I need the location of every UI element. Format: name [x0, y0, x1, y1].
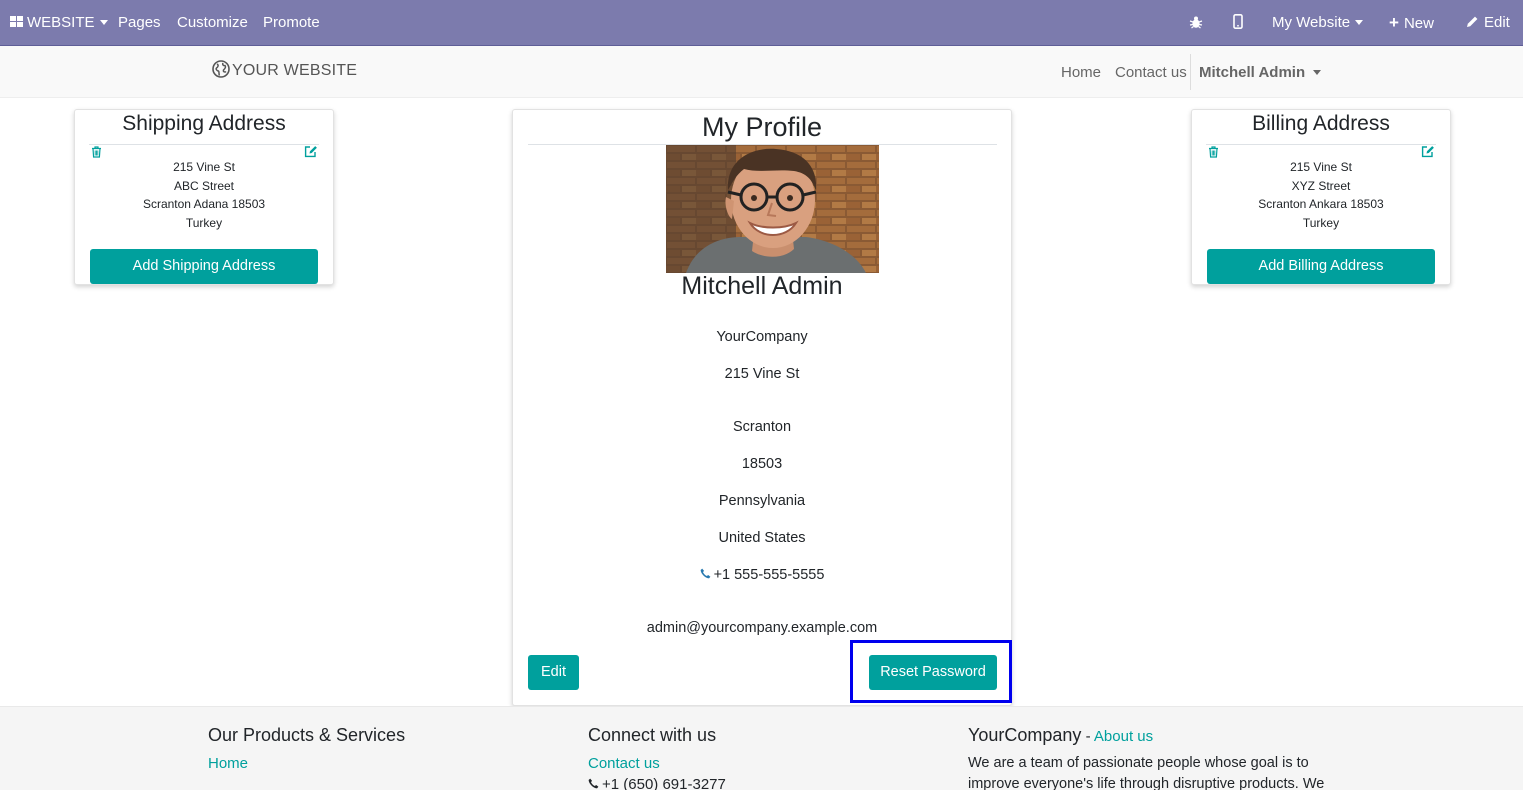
nav-home[interactable]: Home	[1061, 64, 1101, 81]
address-line: ABC Street	[173, 178, 235, 193]
profile-phone: +1 555-555-5555	[513, 567, 1011, 583]
billing-address-card: Billing Address 215 Vine St XYZ Street S…	[1191, 109, 1451, 285]
bug-icon	[1189, 16, 1203, 29]
footer-title-separator: -	[1081, 728, 1094, 745]
user-menu-label: Mitchell Admin	[1199, 64, 1306, 81]
footer-about-text-line: improve everyone's life through disrupti…	[968, 776, 1325, 790]
footer-products-title: Our Products & Services	[208, 725, 406, 745]
profile-zip: 18503	[741, 456, 783, 472]
pencil-icon	[1467, 16, 1478, 28]
trash-icon[interactable]	[91, 146, 102, 158]
reset-password-highlight-box	[850, 640, 1012, 703]
plus-icon: +	[1389, 13, 1399, 32]
footer-about-text-line: We are a team of passionate people whose…	[968, 755, 1309, 771]
address-line: Turkey	[185, 215, 223, 230]
phone-icon	[588, 778, 599, 789]
chevron-down-icon	[1313, 69, 1322, 75]
shipping-address-card: Shipping Address 215 Vine St ABC Street …	[74, 109, 334, 285]
nav-contact-us[interactable]: Contact us	[1115, 64, 1187, 81]
website-selector-label: My Website	[1272, 14, 1351, 31]
profile-card: My Profile Mitchell Admin YourCompany 21…	[512, 109, 1012, 706]
profile-email: admin@yourcompany.example.com	[646, 620, 878, 636]
site-logo[interactable]: YOUR WEBSITE	[212, 60, 358, 82]
footer-company-heading: YourCompany - About us	[968, 725, 1153, 746]
edit-profile-button[interactable]: Edit	[528, 655, 579, 690]
footer-about-link[interactable]: About us	[1094, 728, 1153, 745]
address-line: Scranton Ankara 18503	[1258, 197, 1384, 212]
trash-icon[interactable]	[1208, 146, 1219, 158]
chevron-down-icon	[1355, 19, 1364, 25]
footer-phone-number: +1 (650) 691-3277	[602, 776, 726, 790]
chevron-down-icon	[99, 19, 108, 25]
website-menu[interactable]: WEBSITE	[10, 0, 108, 45]
edit-page-label: Edit	[1484, 14, 1510, 31]
website-admin-bar: WEBSITE Pages Customize Promote My Websi…	[0, 0, 1523, 46]
edit-icon[interactable]	[1421, 145, 1435, 158]
menu-pages[interactable]: Pages	[118, 0, 161, 45]
footer-company-title: YourCompany	[968, 725, 1082, 745]
footer-phone: +1 (650) 691-3277	[588, 776, 726, 790]
mobile-phone-icon	[1233, 14, 1243, 30]
add-billing-address-button[interactable]: Add Billing Address	[1207, 249, 1435, 284]
address-line: XYZ Street	[1291, 178, 1351, 193]
profile-name: Mitchell Admin	[681, 272, 843, 300]
address-line: Scranton Adana 18503	[142, 197, 266, 212]
phone-icon	[700, 568, 710, 579]
footer-contact-link[interactable]: Contact us	[588, 755, 660, 772]
website-selector[interactable]: My Website	[1272, 0, 1364, 45]
address-line: 215 Vine St	[1290, 160, 1352, 174]
new-button[interactable]: + New	[1389, 0, 1434, 45]
address-line: Turkey	[1302, 215, 1340, 230]
profile-company: YourCompany	[716, 329, 808, 345]
footer-home-link[interactable]: Home	[208, 755, 248, 772]
edit-icon[interactable]	[304, 145, 318, 158]
mobile-preview-button[interactable]	[1233, 0, 1243, 45]
site-footer: Our Products & Services Home Connect wit…	[0, 706, 1523, 790]
address-line: 215 Vine St	[173, 160, 235, 174]
menu-promote[interactable]: Promote	[263, 0, 320, 45]
user-menu[interactable]: Mitchell Admin	[1199, 64, 1322, 81]
globe-icon	[212, 60, 230, 79]
profile-state: Pennsylvania	[718, 493, 806, 509]
new-label: New	[1403, 15, 1434, 32]
shipping-address-lines: 215 Vine St ABC Street Scranton Adana 18…	[75, 158, 333, 232]
footer-connect-title: Connect with us	[588, 725, 717, 745]
profile-country: United States	[718, 530, 806, 546]
billing-address-title: Billing Address	[1252, 112, 1390, 135]
apps-grid-icon	[10, 16, 23, 28]
menu-customize[interactable]: Customize	[177, 0, 248, 45]
divider	[1206, 144, 1436, 145]
profile-avatar	[666, 145, 879, 273]
billing-address-lines: 215 Vine St XYZ Street Scranton Ankara 1…	[1192, 158, 1450, 232]
debug-button[interactable]	[1189, 0, 1203, 45]
profile-city: Scranton	[732, 419, 792, 435]
add-shipping-address-button[interactable]: Add Shipping Address	[90, 249, 318, 284]
edit-page-button[interactable]: Edit	[1466, 0, 1510, 45]
profile-title: My Profile	[701, 112, 823, 142]
logo-text: YOUR WEBSITE	[232, 62, 358, 79]
shipping-address-title: Shipping Address	[122, 112, 286, 135]
divider	[89, 144, 319, 145]
profile-street: 215 Vine St	[724, 366, 800, 382]
nav-divider	[1190, 54, 1191, 90]
website-menu-label: WEBSITE	[27, 14, 95, 31]
profile-phone-number: +1 555-555-5555	[713, 567, 825, 583]
site-header: YOUR WEBSITE Home Contact us Mitchell Ad…	[0, 46, 1523, 98]
